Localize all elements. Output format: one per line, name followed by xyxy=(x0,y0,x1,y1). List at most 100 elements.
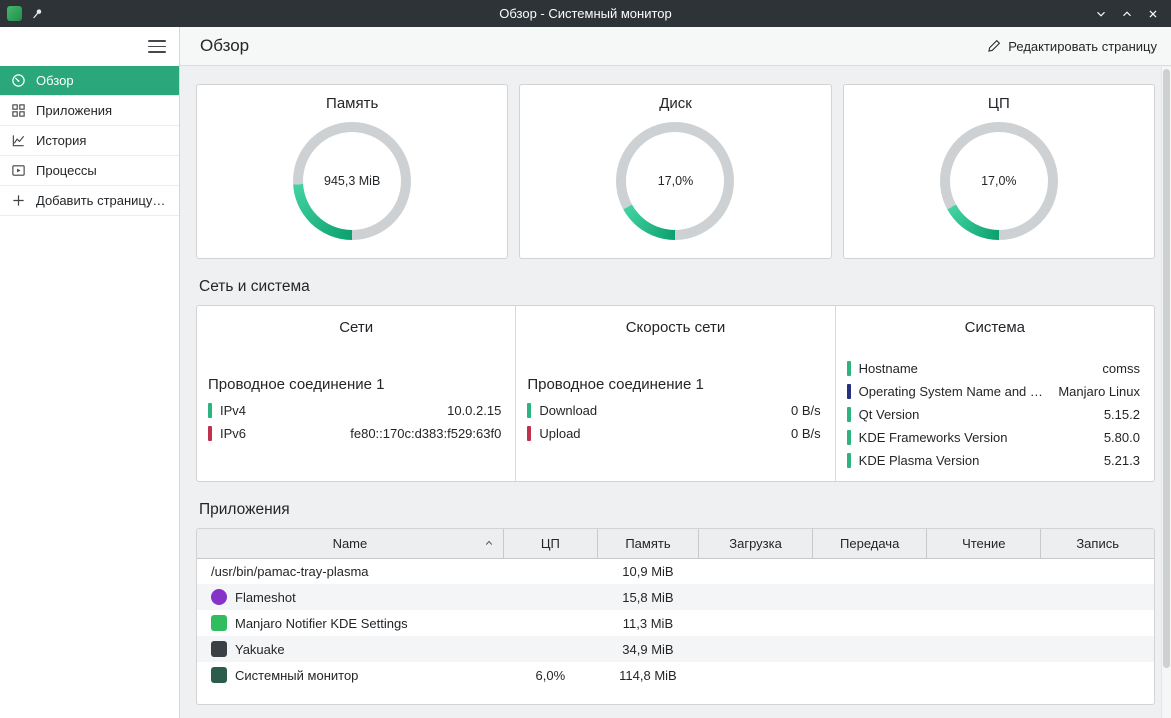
tray-app-icon[interactable] xyxy=(7,6,22,21)
memory-donut-gauge: 945,3 MiB xyxy=(293,122,412,240)
maximize-button[interactable] xyxy=(1117,4,1137,24)
sidebar-item-label: История xyxy=(36,133,87,148)
sensor-row: IPv4 10.0.2.15 xyxy=(205,399,507,422)
cpu-cell xyxy=(503,636,597,662)
table-row[interactable]: Flameshot 15,8 MiB xyxy=(197,584,1154,610)
grid-icon xyxy=(12,104,25,117)
sensor-label: KDE Frameworks Version xyxy=(858,430,1008,445)
gauge-value: 17,0% xyxy=(981,174,1017,188)
close-button[interactable] xyxy=(1143,4,1163,24)
download-cell xyxy=(699,662,813,688)
sensor-value: fe80::170c:d383:f529:63f0 xyxy=(350,426,502,441)
scrollbar-thumb[interactable] xyxy=(1163,69,1170,668)
sensor-row: Hostname comss xyxy=(844,357,1146,380)
sensor-value: 0 B/s xyxy=(791,403,821,418)
memory-gauge-card: Память 945,3 MiB xyxy=(196,84,509,259)
network-speed-column: Скорость сети Проводное соединение 1 Dow… xyxy=(515,306,834,481)
sidebar-item-history[interactable]: История xyxy=(0,126,179,156)
read-cell xyxy=(927,662,1041,688)
window-controls xyxy=(1091,4,1171,24)
upload-cell xyxy=(813,662,927,688)
sensor-label: Qt Version xyxy=(858,407,920,422)
gauge-title: Память xyxy=(326,95,379,112)
sensor-label: Hostname xyxy=(858,361,918,376)
read-cell xyxy=(927,636,1041,662)
sidebar-item-label: Приложения xyxy=(36,103,113,118)
sensor-row: KDE Frameworks Version 5.80.0 xyxy=(844,426,1146,449)
page-title: Обзор xyxy=(200,36,250,55)
sensor-row: Operating System Name and Ve… Manjaro Li… xyxy=(844,380,1146,403)
column-header-memory[interactable]: Память xyxy=(597,529,700,559)
sidebar-item-add-page[interactable]: Добавить страницу… xyxy=(0,186,179,216)
titlebar-left-icons xyxy=(0,6,44,21)
networks-column: Сети Проводное соединение 1 IPv4 10.0.2.… xyxy=(197,306,515,481)
sensor-value: comss xyxy=(1102,361,1140,376)
cpu-donut-gauge: 17,0% xyxy=(939,122,1058,240)
menu-button[interactable] xyxy=(148,40,166,53)
write-cell xyxy=(1041,610,1154,636)
write-cell xyxy=(1041,584,1154,610)
disk-gauge-card: Диск 17,0% xyxy=(519,84,832,259)
page-header: Обзор Редактировать страницу xyxy=(180,27,1171,66)
gauge-title: Диск xyxy=(659,95,692,112)
titlebar[interactable]: Обзор - Системный монитор xyxy=(0,0,1171,27)
sensor-color-bar xyxy=(208,403,212,418)
connection-name: Проводное соединение 1 xyxy=(208,376,385,393)
line-chart-icon xyxy=(12,135,25,147)
column-header-read[interactable]: Чтение xyxy=(926,529,1042,559)
memory-cell: 114,8 MiB xyxy=(619,667,677,683)
pin-icon[interactable] xyxy=(30,7,44,21)
cpu-gauge-card: ЦП 17,0% xyxy=(842,84,1155,259)
sensor-value: 5.15.2 xyxy=(1103,407,1140,422)
column-header-upload[interactable]: Передача xyxy=(812,529,928,559)
overview-content: Память 945,3 MiB Диск 17,0% ЦП 17,0% Сет… xyxy=(180,66,1171,718)
sidebar-item-label: Добавить страницу… xyxy=(36,193,166,208)
edit-page-button[interactable]: Редактировать страницу xyxy=(987,39,1157,54)
vertical-scrollbar[interactable] xyxy=(1161,67,1171,718)
sensor-row: Qt Version 5.15.2 xyxy=(844,403,1146,426)
sensor-value: 0 B/s xyxy=(791,426,821,441)
sidebar-item-processes[interactable]: Процессы xyxy=(0,156,179,186)
column-header-download[interactable]: Загрузка xyxy=(698,529,814,559)
sidebar-item-overview[interactable]: Обзор xyxy=(0,66,179,96)
main-area: Обзор Редактировать страницу Память 945,… xyxy=(180,27,1171,718)
column-header-cpu[interactable]: ЦП xyxy=(503,529,598,559)
sensor-color-bar xyxy=(527,403,532,418)
column-header-name[interactable]: Name xyxy=(197,529,504,559)
upload-cell xyxy=(813,584,927,610)
sensor-label: KDE Plasma Version xyxy=(858,453,980,468)
minimize-button[interactable] xyxy=(1091,4,1111,24)
app-name-cell: Системный монитор xyxy=(197,662,503,688)
sensor-label: Operating System Name and Ve… xyxy=(858,384,1051,399)
network-system-card: Сети Проводное соединение 1 IPv4 10.0.2.… xyxy=(196,305,1155,482)
edit-page-label: Редактировать страницу xyxy=(1008,38,1157,54)
section-title-network: Сеть и система xyxy=(199,278,310,295)
system-column: Система Hostname comss Operating System … xyxy=(834,306,1154,481)
sensor-color-bar xyxy=(846,453,851,468)
pencil-icon xyxy=(988,39,1001,52)
write-cell xyxy=(1041,558,1154,584)
sensor-row: Upload 0 B/s xyxy=(524,422,826,445)
column-title: Скорость сети xyxy=(625,319,726,336)
column-title: Система xyxy=(964,319,1026,336)
sensor-value: 10.0.2.15 xyxy=(447,403,502,418)
app-name-cell: Manjaro Notifier KDE Settings xyxy=(197,610,503,636)
column-header-write[interactable]: Запись xyxy=(1040,529,1154,559)
plus-icon xyxy=(13,195,24,206)
table-row[interactable]: Yakuake 34,9 MiB xyxy=(197,636,1154,662)
cpu-cell xyxy=(503,584,597,610)
yakuake-icon xyxy=(211,641,227,657)
sidebar-item-label: Обзор xyxy=(36,73,74,88)
connection-name: Проводное соединение 1 xyxy=(527,376,704,393)
sensor-value: 5.21.3 xyxy=(1103,453,1140,468)
table-row[interactable]: /usr/bin/pamac-tray-plasma 10,9 MiB xyxy=(197,558,1154,584)
sensor-row: KDE Plasma Version 5.21.3 xyxy=(844,449,1146,472)
sidebar-item-applications[interactable]: Приложения xyxy=(0,96,179,126)
memory-cell: 11,3 MiB xyxy=(622,615,674,631)
sensor-row: IPv6 fe80::170c:d383:f529:63f0 xyxy=(205,422,507,445)
download-cell xyxy=(699,584,813,610)
app-window: Обзор - Системный монитор Обзор Приложен… xyxy=(0,0,1171,718)
table-row[interactable]: Системный монитор 6,0% 114,8 MiB xyxy=(197,662,1154,688)
table-row[interactable]: Manjaro Notifier KDE Settings 11,3 MiB xyxy=(197,610,1154,636)
sensor-label: IPv4 xyxy=(220,403,247,418)
